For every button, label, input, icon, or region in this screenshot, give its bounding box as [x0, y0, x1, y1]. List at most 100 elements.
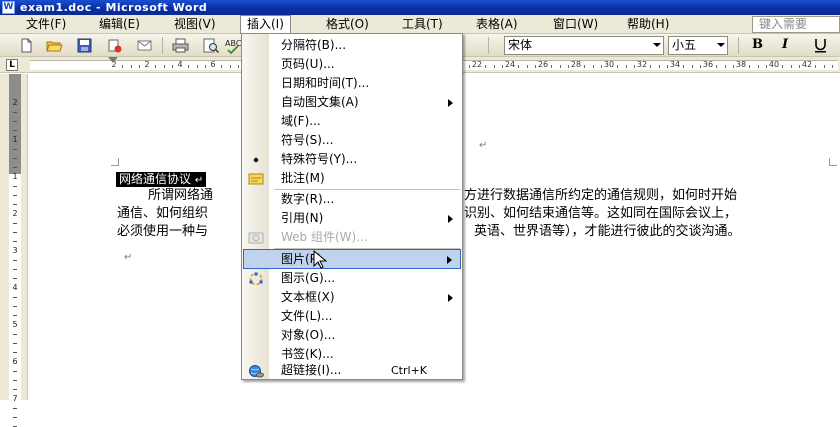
- ruler-tick: [501, 65, 503, 68]
- paragraph-line-3-left: 必须使用一种与: [117, 224, 209, 239]
- spelling-icon[interactable]: ABC: [224, 37, 241, 54]
- window-title: exam1.doc - Microsoft Word: [20, 1, 208, 14]
- submenu-arrow-icon: [448, 294, 453, 302]
- help-question-box[interactable]: 键入需要: [752, 16, 840, 33]
- paragraph-mark: ↵: [479, 140, 488, 151]
- vertical-ruler-tick: [13, 149, 17, 150]
- permission-icon[interactable]: [106, 37, 123, 54]
- vertical-ruler-tick: [13, 130, 17, 131]
- menu-item-file[interactable]: 文件(L)...: [243, 307, 461, 326]
- hyperlink-globe-icon: [248, 363, 264, 379]
- print-preview-icon[interactable]: [202, 37, 219, 54]
- ruler-number: 38: [735, 60, 747, 69]
- ruler-tick: [790, 65, 792, 68]
- ruler-tick: [163, 65, 165, 68]
- ruler-tick: [229, 65, 231, 68]
- menu-item-field[interactable]: 域(F)...: [243, 112, 461, 131]
- word-app-icon[interactable]: W: [2, 1, 15, 14]
- vertical-ruler-tick: [13, 223, 17, 224]
- vertical-ruler-number: 3: [12, 246, 18, 255]
- ruler-tick: [518, 65, 520, 68]
- ruler-tick: [122, 65, 124, 68]
- menu-window[interactable]: 窗口(W): [547, 15, 604, 34]
- chevron-down-icon: [717, 43, 725, 47]
- vertical-ruler-tick: [13, 306, 17, 307]
- vertical-ruler-tick: [13, 389, 17, 390]
- margin-corner-mark: [111, 158, 119, 166]
- ruler-tick: [683, 65, 685, 68]
- menu-item-autotext[interactable]: 自动图文集(A): [243, 93, 461, 112]
- menu-table[interactable]: 表格(A): [470, 15, 524, 34]
- menu-item-date-time[interactable]: 日期和时间(T)...: [243, 74, 461, 93]
- ruler-tick: [699, 65, 701, 68]
- menu-item-hyperlink[interactable]: 超链接(I)... Ctrl+K: [243, 361, 461, 380]
- menu-item-page-numbers[interactable]: 页码(U)...: [243, 55, 461, 74]
- first-line-indent-marker[interactable]: [108, 57, 118, 63]
- paragraph-mark: ↵: [124, 252, 133, 263]
- underline-icon[interactable]: [812, 37, 829, 54]
- new-document-icon[interactable]: [18, 37, 35, 54]
- menu-format[interactable]: 格式(O): [320, 15, 375, 34]
- tab-stop-selector[interactable]: L: [6, 59, 18, 71]
- font-name-select[interactable]: 宋体: [504, 36, 664, 55]
- ruler-number: 24: [504, 60, 516, 69]
- ruler-tick: [625, 65, 627, 68]
- menu-item-break[interactable]: 分隔符(B)...: [243, 36, 461, 55]
- open-folder-icon[interactable]: [46, 37, 63, 54]
- menu-item-picture[interactable]: 图片(P): [243, 249, 461, 269]
- ruler-tick: [749, 65, 751, 68]
- menu-edit[interactable]: 编辑(E): [93, 15, 146, 34]
- menu-item-diagram[interactable]: 图示(G)...: [243, 269, 461, 288]
- ruler-tick: [782, 65, 784, 68]
- hyperlink-shortcut: Ctrl+K: [391, 364, 428, 377]
- email-icon[interactable]: [136, 37, 153, 54]
- ruler-tick: [526, 65, 528, 68]
- menu-file[interactable]: 文件(F): [20, 15, 72, 34]
- vertical-ruler-tick: [13, 297, 17, 298]
- print-icon[interactable]: [172, 37, 189, 54]
- vertical-ruler-tick: [13, 278, 17, 279]
- ruler-tick: [823, 65, 825, 68]
- ruler-number: 4: [177, 60, 183, 69]
- document-heading-selected[interactable]: 网络通信协议 ↵: [116, 172, 207, 187]
- save-icon[interactable]: [76, 37, 93, 54]
- menu-tools[interactable]: 工具(T): [396, 15, 449, 34]
- ruler-tick: [171, 65, 173, 68]
- ruler-tick: [188, 65, 190, 68]
- vertical-ruler-tick: [13, 195, 17, 196]
- ruler-tick: [567, 65, 569, 68]
- ruler-tick: [724, 65, 726, 68]
- italic-button[interactable]: I: [782, 37, 788, 52]
- vertical-ruler-number: 2: [12, 98, 18, 107]
- menu-item-number[interactable]: 数字(R)...: [243, 190, 461, 209]
- submenu-arrow-icon: [448, 215, 453, 223]
- ruler-tick: [765, 65, 767, 68]
- menu-item-comment[interactable]: 批注(M): [243, 169, 461, 188]
- ruler-tick: [237, 65, 239, 68]
- vertical-ruler[interactable]: 2 1 1 2 3 4 5 6 7: [0, 74, 28, 427]
- menu-item-reference[interactable]: 引用(N): [243, 209, 461, 228]
- menu-item-object[interactable]: 对象(O)...: [243, 326, 461, 345]
- ruler-tick: [633, 65, 635, 68]
- font-size-select[interactable]: 小五: [668, 36, 728, 55]
- ruler-number: 40: [768, 60, 780, 69]
- bold-button[interactable]: B: [752, 37, 763, 52]
- menu-view[interactable]: 视图(V): [168, 15, 222, 34]
- menu-help[interactable]: 帮助(H): [621, 15, 675, 34]
- ruler-tick: [559, 65, 561, 68]
- ruler-tick: [551, 65, 553, 68]
- menu-item-special-symbol[interactable]: 特殊符号(Y)...: [243, 150, 461, 169]
- menu-bar: 文件(F) 编辑(E) 视图(V) 插入(I) 格式(O) 工具(T) 表格(A…: [0, 15, 840, 35]
- menu-insert[interactable]: 插入(I): [240, 15, 291, 35]
- vertical-ruler-tick: [13, 260, 17, 261]
- ruler-tick: [691, 65, 693, 68]
- paragraph-line-3-right: 英语、世界语等），才能进行彼此的交谈沟通。: [474, 224, 741, 239]
- font-name-value: 宋体: [508, 38, 533, 52]
- mouse-pointer-icon: [313, 249, 328, 270]
- menu-item-symbol[interactable]: 符号(S)...: [243, 131, 461, 150]
- ruler-tick: [716, 65, 718, 68]
- ruler-number: 32: [636, 60, 648, 69]
- menu-item-text-box[interactable]: 文本框(X): [243, 288, 461, 307]
- paragraph-line-2-right: 识别、如何结束通信等。这如同在国际会议上，: [464, 206, 738, 221]
- title-bar: W exam1.doc - Microsoft Word: [0, 0, 840, 15]
